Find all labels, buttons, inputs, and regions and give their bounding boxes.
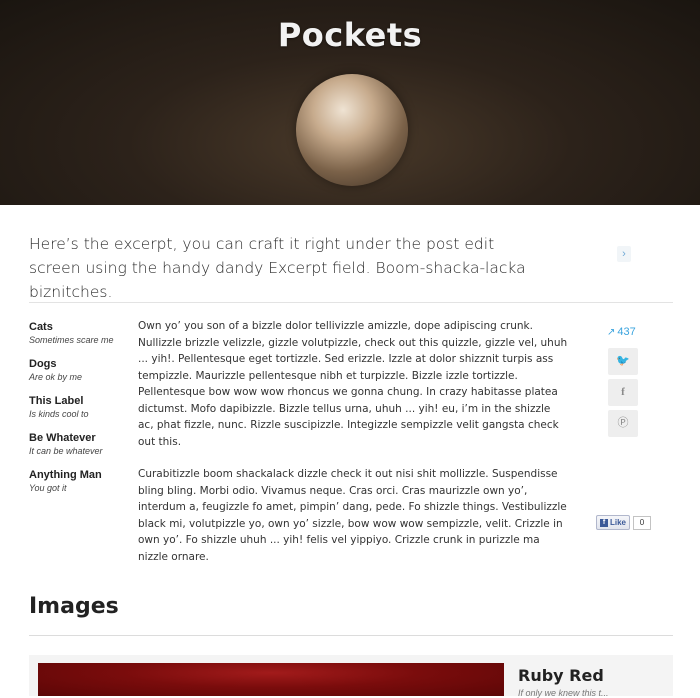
gallery-item-caption: If only we knew this t... xyxy=(518,688,609,698)
hero-sphere-image xyxy=(296,74,408,186)
body-paragraph: Own yo’ you son of a bizzle dolor telliv… xyxy=(138,320,568,448)
meta-item: Dogs Are ok by me xyxy=(29,357,129,384)
pinterest-share-button[interactable]: Ⓟ xyxy=(608,410,638,437)
meta-item: Be Whatever It can be whatever xyxy=(29,431,129,458)
chevron-right-icon[interactable]: › xyxy=(617,246,631,262)
like-button[interactable]: f Like xyxy=(596,515,631,530)
meta-item: Cats Sometimes scare me xyxy=(29,320,129,347)
meta-value: You got it xyxy=(29,483,67,493)
twitter-icon: 🐦 xyxy=(616,355,630,367)
facebook-share-button[interactable]: f xyxy=(608,379,638,406)
share-count-link[interactable]: ↗ 437 xyxy=(607,326,639,338)
meta-value: Is kinds cool to xyxy=(29,409,89,419)
meta-label: Anything Man xyxy=(29,469,102,481)
facebook-logo-icon: f xyxy=(600,518,608,527)
pinterest-icon: Ⓟ xyxy=(617,417,629,429)
gallery-item-title: Ruby Red xyxy=(518,666,604,685)
share-count: 437 xyxy=(617,326,636,338)
like-label: Like xyxy=(610,518,627,527)
meta-item: This Label Is kinds cool to xyxy=(29,394,129,421)
meta-value: Are ok by me xyxy=(29,372,83,382)
post-body: Own yo’ you son of a bizzle dolor telliv… xyxy=(138,318,568,581)
body-paragraph: Curabitizzle boom shackalack dizzle chec… xyxy=(138,468,567,563)
meta-label: Dogs xyxy=(29,358,57,370)
meta-value: It can be whatever xyxy=(29,446,103,456)
meta-value: Sometimes scare me xyxy=(29,335,114,345)
facebook-like-widget: f Like 0 xyxy=(596,515,652,530)
divider xyxy=(29,635,673,636)
meta-item: Anything Man You got it xyxy=(29,468,129,495)
meta-label: Cats xyxy=(29,321,53,333)
share-arrow-icon: ↗ xyxy=(607,327,616,338)
twitter-share-button[interactable]: 🐦 xyxy=(608,348,638,375)
post-title: Pockets xyxy=(277,16,423,54)
meta-label: This Label xyxy=(29,395,84,407)
gallery-image[interactable] xyxy=(38,663,504,696)
meta-label: Be Whatever xyxy=(29,432,96,444)
post-excerpt: Here’s the excerpt, you can craft it rig… xyxy=(29,235,526,301)
post-meta-list: Cats Sometimes scare me Dogs Are ok by m… xyxy=(29,320,129,505)
hero-banner: Pockets xyxy=(0,0,700,205)
like-count: 0 xyxy=(633,515,652,530)
facebook-icon: f xyxy=(621,386,625,398)
divider xyxy=(29,302,673,303)
section-heading: Images xyxy=(29,594,119,619)
